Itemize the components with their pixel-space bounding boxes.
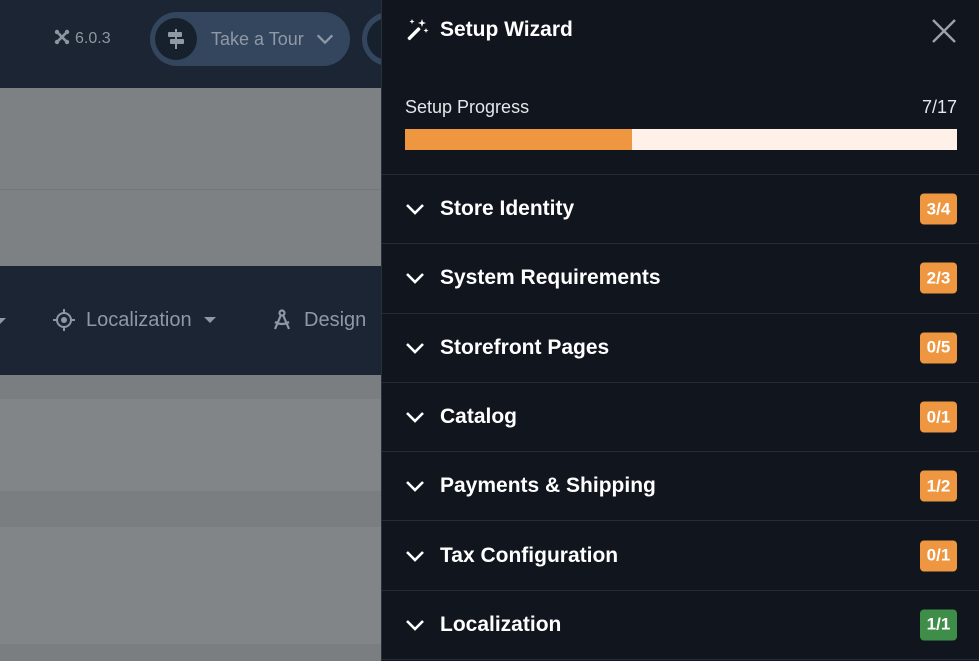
wizard-section-label: Store Identity — [440, 197, 575, 221]
wizard-section-label: Storefront Pages — [440, 335, 610, 359]
chevron-down-icon — [406, 550, 424, 562]
magic-wand-icon — [407, 19, 429, 41]
section-progress-badge: 1/1 — [920, 609, 957, 641]
wizard-header: Setup Wizard — [382, 0, 979, 60]
wizard-section[interactable]: Localization 1/1 — [382, 591, 979, 661]
take-a-tour-button[interactable]: Take a Tour — [150, 12, 350, 66]
chevron-down-icon — [406, 273, 424, 285]
wizard-section-label: Catalog — [440, 405, 518, 429]
chevron-down-icon — [406, 204, 424, 215]
section-progress-badge: 0/5 — [920, 332, 957, 364]
setup-wizard-panel: Setup Wizard Setup Progress 7/17 Store I… — [381, 0, 979, 661]
section-progress-badge: 0/1 — [920, 540, 957, 572]
nav-item-localization[interactable]: Localization — [52, 306, 216, 334]
close-button[interactable] — [930, 17, 958, 45]
wizard-section[interactable]: Store Identity 3/4 — [382, 175, 979, 245]
wizard-title-group: Setup Wizard — [405, 17, 573, 43]
wizard-section-label: Localization — [440, 612, 562, 636]
nav-item-design[interactable]: Design — [270, 306, 366, 334]
caret-down-icon — [0, 318, 6, 324]
chevron-down-icon — [406, 481, 424, 493]
signpost-icon — [155, 18, 197, 60]
section-progress-badge: 2/3 — [920, 262, 957, 294]
chevron-down-icon — [316, 34, 333, 45]
design-compass-icon — [273, 309, 291, 330]
wizard-section-label: Payments & Shipping — [440, 474, 656, 498]
progress-label: Setup Progress — [405, 97, 530, 117]
chevron-down-icon — [406, 412, 424, 423]
wizard-section[interactable]: System Requirements 2/3 — [382, 244, 979, 314]
take-a-tour-label: Take a Tour — [211, 28, 304, 49]
joomla-logo-icon — [54, 29, 70, 50]
wizard-section[interactable]: Storefront Pages 0/5 — [382, 314, 979, 383]
section-progress-badge: 0/1 — [920, 401, 957, 433]
progress-bar-fill — [405, 129, 633, 150]
crosshair-icon — [53, 309, 75, 331]
nav-item-label: Design — [304, 308, 367, 331]
chevron-down-icon — [406, 342, 424, 354]
wizard-section[interactable]: Tax Configuration 0/1 — [382, 521, 979, 591]
section-progress-badge: 1/2 — [920, 470, 957, 502]
chevron-down-icon — [406, 620, 424, 631]
version-text: 6.0.3 — [75, 30, 111, 47]
wizard-section-label: System Requirements — [440, 266, 661, 290]
wizard-section[interactable]: Payments & Shipping 1/2 — [382, 452, 979, 522]
section-progress-badge: 3/4 — [920, 193, 957, 225]
wizard-sections: Store Identity 3/4 System Requirements 2/3 S… — [382, 174, 979, 661]
progress-bar — [405, 129, 957, 150]
nav-item-label: Localization — [86, 308, 192, 331]
wizard-section[interactable]: Catalog 0/1 — [382, 383, 979, 453]
version-info: 6.0.3 — [54, 28, 111, 50]
wizard-title: Setup Wizard — [440, 18, 573, 41]
caret-down-icon — [203, 317, 216, 323]
app-root: 6.0.3 Take a Tour Localization Design Se… — [0, 0, 979, 661]
progress-count: 7/17 — [921, 97, 957, 117]
close-icon — [932, 19, 956, 43]
wizard-section-label: Tax Configuration — [440, 543, 619, 567]
